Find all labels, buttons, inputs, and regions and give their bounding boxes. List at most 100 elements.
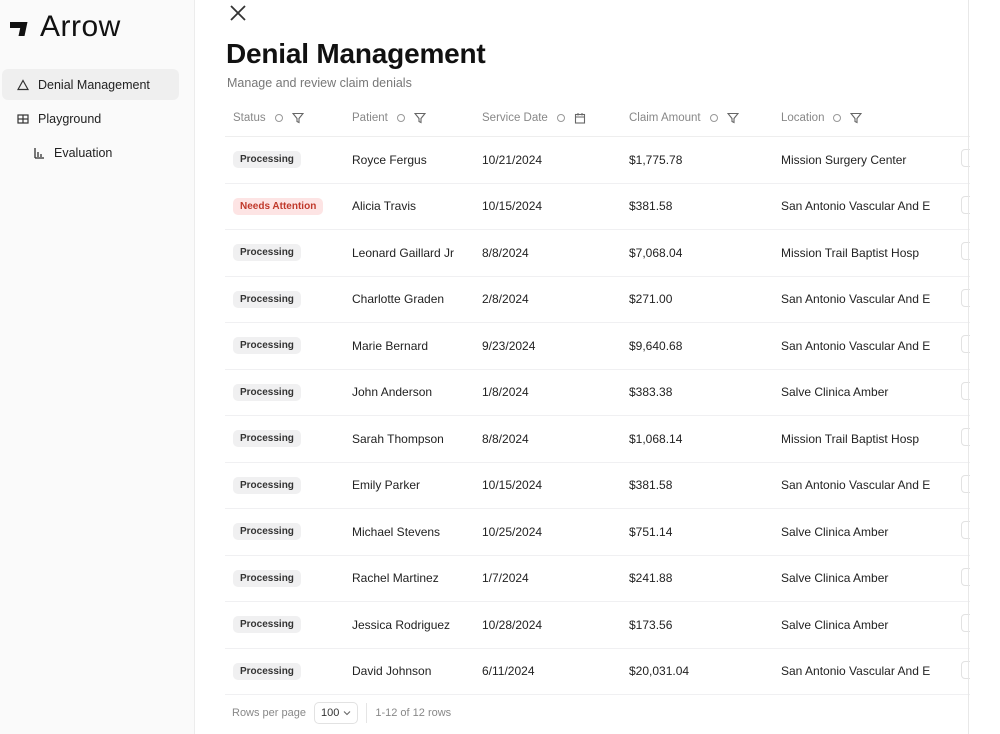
location-cell: Salve Clinica Amber (781, 524, 889, 539)
table-header: Status Patient Service Date Claim Amount (225, 100, 970, 137)
page-subtitle: Manage and review claim denials (227, 76, 412, 90)
status-cell: Processing (225, 569, 344, 587)
column-label: Service Date (482, 112, 548, 124)
filter-icon[interactable] (413, 112, 426, 124)
patient-cell: Charlotte Graden (352, 292, 445, 307)
status-cell: Processing (225, 290, 344, 308)
status-cell: Needs Attention (225, 197, 344, 215)
page-title: Denial Management (226, 38, 486, 69)
grid-icon (16, 112, 30, 126)
table-row[interactable]: Processing Leonard Gaillard Jr 8/8/2024 $7,… (225, 230, 970, 277)
table-row[interactable]: Processing Rachel Martinez 1/7/2024 $241.88… (225, 556, 970, 602)
bar-chart-icon (32, 146, 46, 160)
location-cell: Salve Clinica Amber (781, 617, 889, 632)
row-range-text: 1-12 of 12 rows (375, 707, 452, 719)
sidebar-item-evaluation[interactable]: Evaluation (2, 137, 179, 168)
service-date-cell: 6/11/2024 (482, 664, 535, 679)
claim-amount-cell: $9,640.68 (629, 338, 683, 353)
table-row[interactable]: Processing John Anderson 1/8/2024 $383.38 Sa… (225, 370, 970, 416)
table-row[interactable]: Processing Sarah Thompson 8/8/2024 $1,068.1… (225, 416, 970, 463)
row-action-cell (945, 567, 970, 589)
service-date-cell: 9/23/2024 (482, 338, 536, 353)
claim-amount-cell: $7,068.04 (629, 245, 683, 260)
location-cell: Salve Clinica Amber (781, 571, 889, 586)
sidebar: Arrow Denial Management Playground Evalu… (0, 0, 195, 734)
patient-cell: Marie Bernard (352, 338, 429, 353)
column-header-patient: Patient (344, 112, 474, 124)
table-row[interactable]: Processing Emily Parker 10/15/2024 $381.58 S… (225, 463, 970, 509)
denials-table: Status Patient Service Date Claim Amount (225, 100, 970, 695)
status-badge: Processing (233, 383, 301, 401)
service-date-cell: 8/8/2024 (482, 431, 529, 446)
patient-cell: Leonard Gaillard Jr (352, 245, 455, 260)
brand[interactable]: Arrow (8, 10, 121, 44)
close-icon (230, 5, 246, 21)
service-date-cell: 8/8/2024 (482, 245, 529, 260)
sort-icon[interactable] (273, 112, 285, 124)
filter-icon[interactable] (850, 112, 863, 124)
patient-cell: David Johnson (352, 664, 432, 679)
service-date-cell: 10/15/2024 (482, 478, 543, 493)
claim-amount-cell: $381.58 (629, 199, 673, 214)
sidebar-item-label: Playground (38, 111, 102, 126)
status-cell: Processing (225, 523, 344, 541)
row-action-cell (945, 335, 970, 356)
status-cell: Processing (225, 383, 344, 401)
service-date-cell: 10/25/2024 (482, 524, 543, 539)
location-cell: San Antonio Vascular And E (781, 338, 931, 353)
sidebar-nav: Denial Management Playground Evaluation (0, 69, 195, 171)
patient-cell: Alicia Travis (352, 199, 417, 214)
table-row[interactable]: Processing Michael Stevens 10/25/2024 $751.… (225, 509, 970, 556)
row-action-cell (945, 521, 970, 542)
status-badge: Processing (233, 523, 301, 541)
status-badge: Processing (233, 569, 301, 587)
status-cell: Processing (225, 151, 344, 169)
table-row[interactable]: Processing David Johnson 6/11/2024 $20,031.… (225, 649, 970, 695)
close-button[interactable] (227, 2, 249, 24)
sort-icon[interactable] (555, 112, 567, 124)
status-badge: Needs Attention (233, 197, 324, 215)
table-row[interactable]: Processing Charlotte Graden 2/8/2024 $271.0… (225, 277, 970, 323)
service-date-cell: 10/28/2024 (482, 617, 543, 632)
status-cell: Processing (225, 476, 344, 494)
claim-amount-cell: $1,775.78 (629, 152, 683, 167)
brand-name: Arrow (40, 10, 121, 43)
status-badge: Processing (233, 290, 301, 308)
rows-per-page-value: 100 (321, 707, 340, 719)
table-row[interactable]: Processing Royce Fergus 10/21/2024 $1,775.7… (225, 137, 970, 184)
column-header-status: Status (225, 112, 344, 124)
status-badge: Processing (233, 244, 301, 262)
claim-amount-cell: $751.14 (629, 524, 673, 539)
filter-icon[interactable] (291, 112, 304, 124)
table-row[interactable]: Needs Attention Alicia Travis 10/15/2024 $3… (225, 184, 970, 230)
table-row[interactable]: Processing Marie Bernard 9/23/2024 $9,640.6… (225, 323, 970, 370)
status-cell: Processing (225, 662, 344, 680)
sort-icon[interactable] (831, 112, 843, 124)
sidebar-item-playground[interactable]: Playground (2, 103, 179, 134)
sort-icon[interactable] (395, 112, 407, 124)
column-label: Location (781, 112, 825, 124)
patient-cell: Sarah Thompson (352, 431, 444, 446)
row-action-cell (945, 381, 970, 403)
sidebar-item-denial-management[interactable]: Denial Management (2, 69, 179, 100)
service-date-cell: 1/7/2024 (482, 571, 529, 586)
status-cell: Processing (225, 244, 344, 262)
rows-per-page-select[interactable]: 100 (314, 702, 359, 724)
divider (366, 703, 368, 723)
service-date-cell: 10/15/2024 (482, 199, 543, 214)
status-badge: Processing (233, 430, 301, 448)
service-date-cell: 10/21/2024 (482, 152, 543, 167)
filter-icon[interactable] (726, 112, 739, 124)
column-label: Claim Amount (629, 112, 701, 124)
claim-amount-cell: $241.88 (629, 571, 673, 586)
row-action-cell (945, 195, 970, 217)
right-panel-divider (968, 0, 969, 734)
claim-amount-cell: $1,068.14 (629, 431, 683, 446)
table-row[interactable]: Processing Jessica Rodriguez 10/28/2024 $17… (225, 602, 970, 649)
table-body: Processing Royce Fergus 10/21/2024 $1,775.7… (225, 137, 970, 695)
pagination-footer: Rows per page 100 1-12 of 12 rows (232, 702, 451, 724)
patient-cell: Michael Stevens (352, 524, 441, 539)
service-date-cell: 1/8/2024 (482, 385, 529, 400)
sort-icon[interactable] (708, 112, 720, 124)
calendar-icon[interactable] (574, 112, 586, 124)
